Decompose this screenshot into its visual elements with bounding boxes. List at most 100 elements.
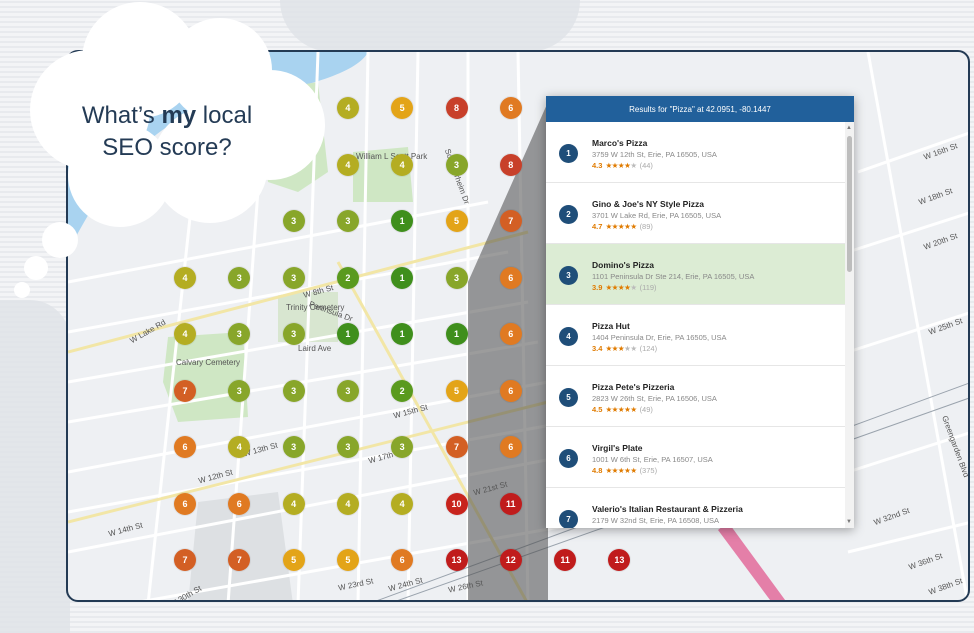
rank-badge: 6	[559, 449, 578, 468]
rating-score: 4.7	[592, 222, 603, 231]
grid-rank-pin[interactable]: 3	[336, 210, 359, 232]
star-rating-icon: ★★★★★	[605, 222, 637, 231]
result-name[interactable]: Valerio's Italian Restaurant & Pizzeria	[592, 504, 845, 514]
grid-rank-pin[interactable]: 4	[174, 323, 196, 345]
grid-rank-pin[interactable]: 7	[174, 549, 196, 571]
result-rating: 3.4 ★★★★★ (124)	[592, 344, 845, 353]
result-name[interactable]: Virgil's Plate	[592, 443, 845, 453]
result-item[interactable]: 4 Pizza Hut 1404 Peninsula Dr, Erie, PA 16…	[546, 305, 845, 366]
grid-rank-pin[interactable]: 12	[499, 549, 522, 571]
grid-rank-pin[interactable]: 3	[336, 436, 359, 458]
grid-rank-pin[interactable]: 4	[391, 492, 414, 515]
scrollbar-thumb[interactable]	[847, 136, 852, 272]
rating-score: 4.8	[592, 466, 603, 475]
grid-rank-pin[interactable]: 10	[445, 492, 468, 515]
star-rating-icon: ★★★★★	[605, 405, 637, 414]
grid-rank-pin[interactable]: 1	[391, 266, 414, 289]
panel-header: Results for "Pizza" at 42.0951, -80.1447	[546, 96, 854, 122]
grid-rank-pin[interactable]: 5	[445, 379, 468, 402]
grid-rank-pin[interactable]: 4	[282, 492, 305, 515]
grid-rank-pin[interactable]: 2	[336, 266, 359, 289]
grid-rank-pin[interactable]: 1	[336, 323, 359, 345]
result-rating: 3.9 ★★★★★ (119)	[592, 283, 845, 292]
cloud-line-2: SEO score?	[102, 134, 232, 161]
grid-rank-pin[interactable]: 3	[445, 266, 468, 289]
result-address: 1001 W 6th St, Erie, PA 16507, USA	[592, 455, 713, 464]
review-count: (119)	[639, 283, 657, 292]
review-count: (375)	[639, 466, 658, 475]
grid-rank-pin[interactable]: 8	[445, 97, 468, 119]
result-item[interactable]: 1 Marco's Pizza 3759 W 12th St, Erie, PA 1…	[546, 122, 845, 183]
grid-rank-pin[interactable]: 4	[391, 153, 414, 176]
rating-score: 4.3	[592, 161, 603, 170]
grid-rank-pin[interactable]: 6	[174, 492, 196, 515]
grid-rank-pin[interactable]: 3	[282, 436, 305, 458]
grid-rank-pin[interactable]: 13	[445, 549, 468, 571]
result-rating: 4.7 ★★★★★ (89)	[592, 222, 845, 231]
grid-rank-pin[interactable]: 11	[499, 492, 522, 515]
result-address: 1404 Peninsula Dr, Erie, PA 16505, USA	[592, 333, 727, 342]
grid-rank-pin[interactable]: 6	[499, 379, 522, 402]
review-count: (49)	[639, 405, 653, 414]
result-name[interactable]: Pizza Pete's Pizzeria	[592, 382, 845, 392]
result-item[interactable]: 6 Virgil's Plate 1001 W 6th St, Erie, PA 1…	[546, 427, 845, 488]
grid-rank-pin[interactable]: 2	[391, 379, 414, 402]
result-item[interactable]: 7 Valerio's Italian Restaurant & Pizzeria…	[546, 488, 845, 528]
grid-rank-pin[interactable]: 5	[282, 549, 305, 571]
result-address: 1101 Peninsula Dr Ste 214, Erie, PA 1650…	[592, 272, 755, 281]
grid-rank-pin[interactable]: 4	[336, 492, 359, 515]
grid-rank-pin[interactable]: 3	[336, 379, 359, 402]
grid-rank-pin[interactable]: 3	[228, 379, 251, 402]
grid-rank-pin[interactable]: 3	[282, 379, 305, 402]
grid-rank-pin[interactable]: 3	[445, 153, 468, 176]
grid-rank-pin[interactable]: 4	[336, 97, 359, 119]
grid-rank-pin[interactable]: 7	[174, 379, 196, 402]
grid-rank-pin[interactable]: 5	[336, 549, 359, 571]
scrollbar[interactable]: ▲ ▼	[845, 122, 854, 528]
grid-rank-pin[interactable]: 7	[499, 210, 522, 232]
result-address: 3759 W 12th St, Erie, PA 16505, USA	[592, 150, 717, 159]
result-item[interactable]: 5 Pizza Pete's Pizzeria 2823 W 26th St, Er…	[546, 366, 845, 427]
result-name[interactable]: Gino & Joe's NY Style Pizza	[592, 199, 845, 209]
star-rating-icon: ★★★★★	[605, 344, 637, 353]
rank-badge: 5	[559, 388, 578, 407]
grid-rank-pin[interactable]: 11	[554, 549, 577, 571]
scroll-down-icon[interactable]: ▼	[846, 519, 852, 525]
rating-score: 4.5	[592, 405, 603, 414]
grid-rank-pin[interactable]: 6	[499, 323, 522, 345]
grid-rank-pin[interactable]: 6	[499, 97, 522, 119]
grid-rank-pin[interactable]: 6	[499, 436, 522, 458]
result-name[interactable]: Pizza Hut	[592, 321, 845, 331]
grid-rank-pin[interactable]: 6	[228, 492, 251, 515]
results-panel: Results for "Pizza" at 42.0951, -80.1447…	[546, 96, 854, 528]
street-label: Calvary Cemetery	[176, 358, 241, 367]
result-address: 2179 W 32nd St, Erie, PA 16508, USA	[592, 516, 720, 525]
cloud-text: What’s my local SEO score?	[52, 100, 282, 164]
result-item[interactable]: 3 Domino's Pizza 1101 Peninsula Dr Ste 214…	[546, 244, 845, 305]
results-list[interactable]: 1 Marco's Pizza 3759 W 12th St, Erie, PA 1…	[546, 122, 845, 528]
result-rating: 4.8 ★★★★★ (375)	[592, 466, 845, 475]
rank-badge: 7	[559, 510, 578, 528]
star-rating-icon: ★★★★★	[605, 466, 637, 475]
grid-rank-pin[interactable]: 7	[445, 436, 468, 458]
result-item[interactable]: 2 Gino & Joe's NY Style Pizza 3701 W Lake …	[546, 183, 845, 244]
background-shape	[0, 300, 70, 633]
grid-rank-pin[interactable]: 5	[445, 210, 468, 232]
rating-score: 3.9	[592, 283, 603, 292]
result-rating: 4.5 ★★★★★ (49)	[592, 405, 845, 414]
grid-rank-pin[interactable]: 6	[499, 266, 522, 289]
grid-rank-pin[interactable]: 8	[499, 153, 522, 176]
star-rating-icon: ★★★★★	[605, 161, 637, 170]
result-name[interactable]: Domino's Pizza	[592, 260, 845, 270]
rank-badge: 3	[559, 266, 578, 285]
scroll-up-icon[interactable]: ▲	[846, 125, 852, 131]
grid-rank-pin[interactable]: 3	[282, 323, 305, 345]
grid-rank-pin[interactable]: 4	[336, 153, 359, 176]
result-name[interactable]: Marco's Pizza	[592, 138, 845, 148]
review-count: (124)	[639, 344, 658, 353]
grid-rank-pin[interactable]: 1	[445, 323, 468, 345]
cloud-line-1: What’s my local	[81, 102, 253, 129]
result-rating: 4.3 ★★★★★ (44)	[592, 161, 845, 170]
street-label: Laird Ave	[298, 344, 332, 353]
grid-rank-pin[interactable]: 6	[174, 436, 196, 458]
